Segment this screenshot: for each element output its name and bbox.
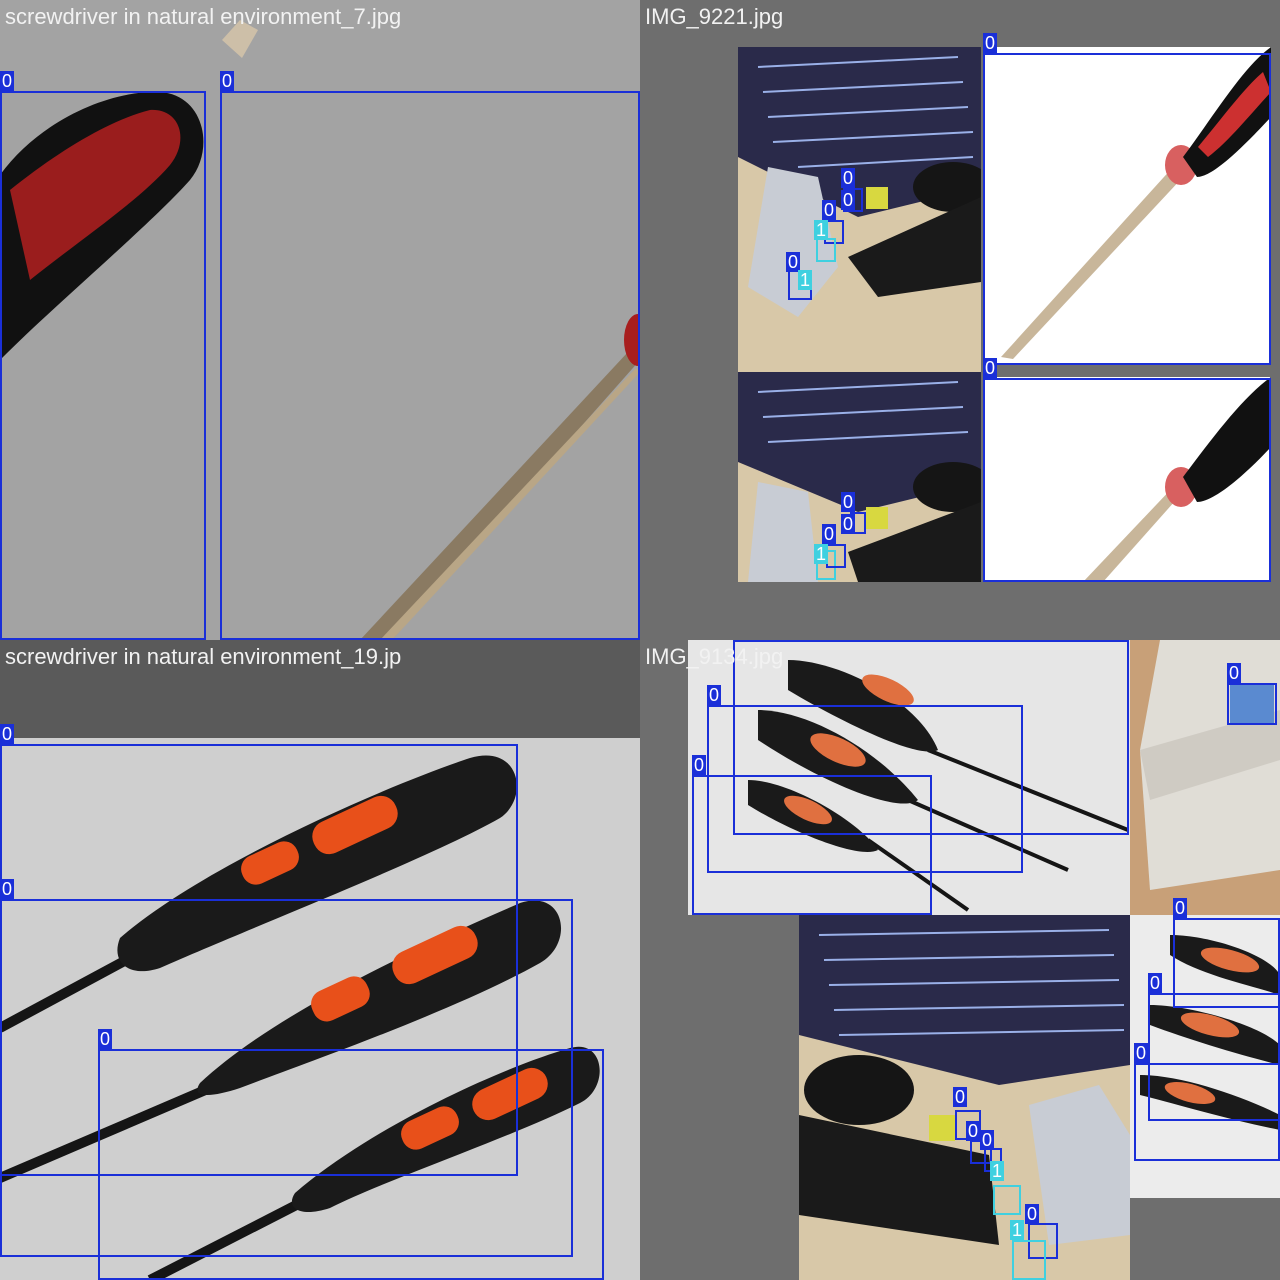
boxes-photo bbox=[1130, 640, 1280, 915]
bbox-class-label: 0 bbox=[1173, 898, 1188, 918]
bbox-small-object bbox=[826, 544, 846, 568]
bbox-class-label: 0 bbox=[983, 33, 998, 53]
bbox-class-label: 0 bbox=[980, 1130, 995, 1150]
bbox-screwdriver bbox=[220, 91, 640, 640]
bbox-class-label: 1 bbox=[990, 1161, 1005, 1181]
bbox-class-label: 0 bbox=[0, 724, 15, 744]
bbox-class-label: 0 bbox=[692, 755, 707, 775]
bbox-small-object-class1 bbox=[816, 238, 836, 262]
bbox-class-label: 0 bbox=[953, 1087, 968, 1107]
bbox-class-label: 1 bbox=[814, 544, 829, 564]
bbox-screwdriver bbox=[983, 378, 1271, 582]
bbox-class-label: 0 bbox=[98, 1029, 113, 1049]
bbox-class-label: 0 bbox=[786, 252, 801, 272]
tile-title: screwdriver in natural environment_7.jpg bbox=[5, 4, 402, 29]
bbox-class-label: 0 bbox=[966, 1121, 981, 1141]
bbox-class-label: 0 bbox=[841, 168, 856, 188]
bbox-class-label: 0 bbox=[1227, 663, 1242, 683]
bbox-class-label: 0 bbox=[1134, 1043, 1149, 1063]
bbox-class-label: 0 bbox=[1148, 973, 1163, 993]
bbox-class-label: 0 bbox=[220, 71, 235, 91]
bbox-small-object-class1 bbox=[993, 1185, 1021, 1215]
bbox-screwdriver bbox=[692, 775, 932, 915]
tile-screwdriver-7: screwdriver in natural environment_7.jpg… bbox=[0, 0, 640, 640]
desk-photo-bottom bbox=[738, 372, 981, 582]
bbox-class-label: 0 bbox=[841, 514, 856, 534]
bbox-screwdriver bbox=[1134, 1063, 1280, 1161]
bbox-class-label: 0 bbox=[841, 492, 856, 512]
bbox-class-label: 0 bbox=[983, 358, 998, 378]
bbox-class-label: 0 bbox=[1025, 1204, 1040, 1224]
tile-img-9134: IMG_9134.jpg 0 0 0 0 0 0 0 0 0 0 1 0 1 bbox=[640, 640, 1280, 1280]
bbox-class-label: 0 bbox=[0, 71, 15, 91]
bbox-class-label: 0 bbox=[841, 190, 856, 210]
tile-img-9221: IMG_9221.jpg 0 0 0 0 0 1 0 1 0 0 0 1 bbox=[640, 0, 1280, 640]
bbox-screwdriver bbox=[983, 53, 1271, 365]
bbox-class-label: 0 bbox=[822, 200, 837, 220]
bbox-blue-object bbox=[1227, 683, 1277, 725]
tile-title: screwdriver in natural environment_19.jp bbox=[5, 644, 402, 669]
bbox-screwdriver bbox=[98, 1049, 604, 1280]
bbox-class-label: 0 bbox=[707, 685, 722, 705]
bbox-class-label: 1 bbox=[798, 270, 813, 290]
mosaic-grid: screwdriver in natural environment_7.jpg… bbox=[0, 0, 1280, 1280]
bbox-class-label: 1 bbox=[1010, 1220, 1025, 1240]
tile-title: IMG_9221.jpg bbox=[645, 4, 784, 29]
bbox-class-label: 1 bbox=[814, 220, 829, 240]
bbox-small-object-class1 bbox=[1012, 1240, 1046, 1280]
tile-screwdriver-19: screwdriver in natural environment_19.jp… bbox=[0, 640, 640, 1280]
bbox-class-label: 0 bbox=[0, 879, 15, 899]
bbox-class-label: 0 bbox=[822, 524, 837, 544]
tile-title: IMG_9134.jpg bbox=[645, 644, 784, 669]
bbox-screwdriver bbox=[0, 91, 206, 640]
